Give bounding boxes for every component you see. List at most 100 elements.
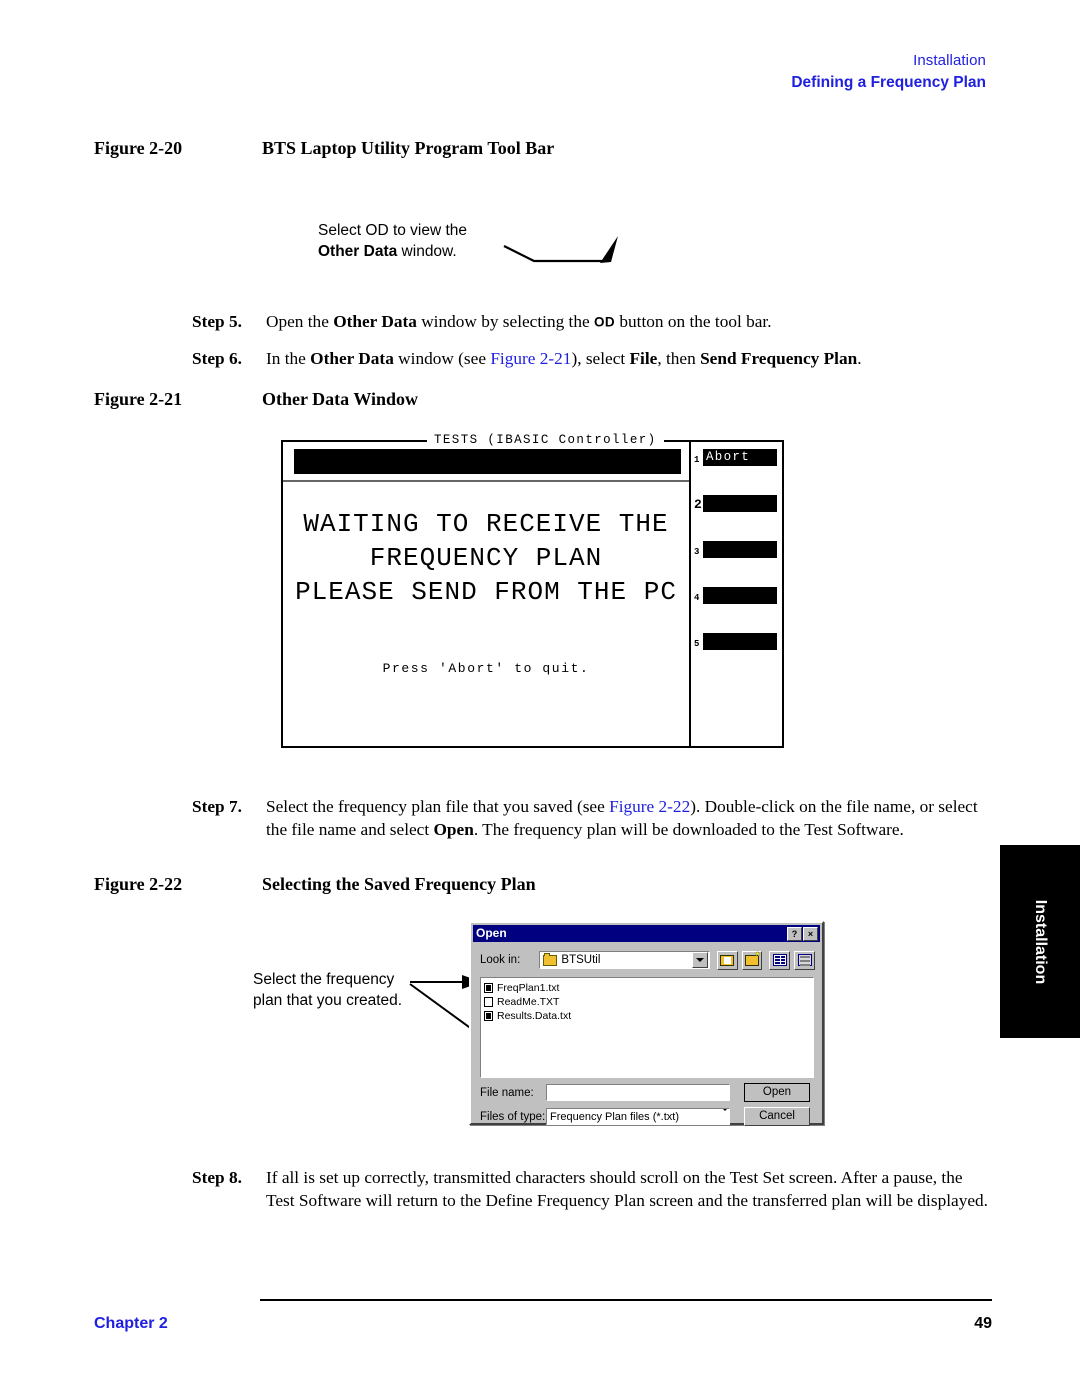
new-folder-icon <box>744 950 760 966</box>
step-5-b1: Other Data <box>333 312 417 331</box>
step-8-body: If all is set up correctly, transmitted … <box>266 1168 988 1210</box>
side-tab-installation: Installation <box>1000 845 1080 1038</box>
step-5-t1: Open the <box>266 312 334 331</box>
file-name-label: ReadMe.TXT <box>497 995 560 1008</box>
up-one-level-button[interactable] <box>716 950 738 970</box>
file-list[interactable]: FreqPlan1.txt ReadMe.TXT Results.Data.tx… <box>480 977 814 1078</box>
test-set-body: WAITING TO RECEIVE THE FREQUENCY PLAN PL… <box>283 482 689 746</box>
softkey-3[interactable]: 3 <box>694 541 777 558</box>
text-file-icon <box>484 1010 493 1021</box>
step-6-t3: ), select <box>571 349 630 368</box>
step-7-t1: Select the frequency plan file that you … <box>266 797 610 816</box>
step-6-t5: . <box>857 349 862 368</box>
link-figure-2-22[interactable]: Figure 2-22 <box>609 797 690 816</box>
step-8-label: Step 8. <box>192 1168 242 1187</box>
details-view-button[interactable] <box>794 950 815 970</box>
step-6-b1: Other Data <box>310 349 394 368</box>
up-one-level-icon <box>720 954 735 966</box>
look-in-label: Look in: <box>480 954 521 966</box>
step-5-t2: window by selecting the <box>416 312 594 331</box>
figure-2-20-number: Figure 2-20 <box>94 138 183 158</box>
list-item[interactable]: ReadMe.TXT <box>484 995 813 1008</box>
open-button[interactable]: Open <box>744 1083 810 1102</box>
chevron-down-icon <box>695 958 704 962</box>
test-set-press-hint: Press 'Abort' to quit. <box>382 661 590 676</box>
softkey-5[interactable]: 5 <box>694 633 777 650</box>
cancel-button[interactable]: Cancel <box>744 1107 810 1126</box>
softkey-2[interactable]: 2 <box>694 495 777 512</box>
footer-page-number: 49 <box>974 1315 992 1332</box>
figure-2-20-title: BTS Laptop Utility Program Tool Bar <box>262 138 555 158</box>
callout-select-frequency-plan: Select the frequency plan that you creat… <box>253 969 402 1011</box>
softkey-2-number: 2 <box>694 497 702 512</box>
test-set-title-banner <box>294 449 681 474</box>
softkey-1-label: Abort <box>703 449 777 466</box>
test-set-message: WAITING TO RECEIVE THE FREQUENCY PLAN PL… <box>295 509 677 607</box>
step-7-b1: Open <box>433 820 474 839</box>
header-section-title: Defining a Frequency Plan <box>791 74 986 91</box>
callout-freq-line1: Select the frequency <box>253 971 395 988</box>
test-set-display-area: WAITING TO RECEIVE THE FREQUENCY PLAN PL… <box>283 442 691 746</box>
step-5-body: Open the Other Data window by selecting … <box>266 310 992 334</box>
footer-divider <box>260 1299 992 1301</box>
softkey-1[interactable]: 1 Abort <box>694 449 777 466</box>
footer-chapter: Chapter 2 <box>94 1315 168 1332</box>
link-figure-2-21[interactable]: Figure 2-21 <box>490 349 571 368</box>
step-6-t1: In the <box>266 349 311 368</box>
help-icon[interactable]: ? <box>787 926 802 941</box>
file-name-input[interactable] <box>546 1084 730 1101</box>
details-view-icon <box>797 954 812 966</box>
softkey-5-label <box>703 633 777 650</box>
files-of-type-row: Files of type: Frequency Plan files (*.t… <box>480 1107 814 1126</box>
step-6-label: Step 6. <box>192 349 242 368</box>
figure-2-21-caption: Figure 2-21 Other Data Window <box>94 389 418 410</box>
close-icon[interactable]: × <box>803 926 818 941</box>
step-6-b2: File <box>629 349 658 368</box>
softkey-5-number: 5 <box>694 639 700 649</box>
test-set-banner-row <box>283 442 689 482</box>
step-7-label: Step 7. <box>192 797 242 816</box>
file-name-label-static: File name: <box>480 1086 534 1099</box>
test-set-screen: TESTS (IBASIC Controller) WAITING TO REC… <box>281 433 784 748</box>
callout-od-line1: Select OD to view the <box>318 222 468 239</box>
figure-2-21-title: Other Data Window <box>262 389 419 409</box>
figure-2-22-number: Figure 2-22 <box>94 874 183 894</box>
dialog-title: Open <box>476 926 507 940</box>
step-6-t4: , then <box>657 349 701 368</box>
text-file-icon <box>484 996 493 1007</box>
callout-od-rest: window. <box>397 243 457 260</box>
figure-2-22-caption: Figure 2-22 Selecting the Saved Frequency… <box>94 874 536 895</box>
step-5: Step 5. Open the Other Data window by se… <box>192 310 992 334</box>
callout-freq-line2: plan that you created. <box>253 992 403 1009</box>
figure-2-20-caption: Figure 2-20 BTS Laptop Utility Program To… <box>94 138 554 159</box>
step-7-body: Select the frequency plan file that you … <box>266 795 992 841</box>
dialog-titlebar: Open ? × <box>473 925 820 942</box>
look-in-combobox[interactable]: BTSUtil <box>539 951 710 969</box>
file-name-row: File name: Open <box>480 1083 814 1102</box>
step-6-b3: Send Frequency Plan <box>700 349 858 368</box>
running-header: Installation Defining a Frequency Plan <box>791 52 986 93</box>
softkey-1-number: 1 <box>694 455 700 465</box>
files-of-type-combobox[interactable]: Frequency Plan files (*.txt) <box>546 1108 730 1125</box>
files-of-type-dropdown-button[interactable] <box>721 1109 729 1123</box>
chevron-down-icon <box>721 1109 729 1123</box>
step-6: Step 6. In the Other Data window (see Fi… <box>192 347 992 370</box>
step-5-t3: button on the tool bar. <box>615 312 772 331</box>
new-folder-button[interactable] <box>741 950 763 970</box>
callout-od-bold: Other Data <box>318 243 398 260</box>
side-tab-label: Installation <box>1032 899 1049 984</box>
list-item[interactable]: Results.Data.txt <box>484 1009 813 1022</box>
softkey-4-number: 4 <box>694 593 700 603</box>
step-7-t3: . The frequency plan will be downloaded … <box>473 820 904 839</box>
callout-select-od: Select OD to view the Other Data window. <box>318 220 467 262</box>
look-in-dropdown-button[interactable] <box>691 952 708 968</box>
figure-2-22-title: Selecting the Saved Frequency Plan <box>262 874 536 894</box>
softkey-4[interactable]: 4 <box>694 587 777 604</box>
figure-2-21-number: Figure 2-21 <box>94 389 183 409</box>
list-item[interactable]: FreqPlan1.txt <box>484 981 813 994</box>
step-7: Step 7. Select the frequency plan file t… <box>192 795 992 841</box>
softkey-3-label <box>703 541 777 558</box>
text-file-icon <box>484 982 493 993</box>
test-set-softkey-panel: 1 Abort 2 3 4 5 <box>691 442 782 746</box>
list-view-button[interactable] <box>769 950 791 970</box>
